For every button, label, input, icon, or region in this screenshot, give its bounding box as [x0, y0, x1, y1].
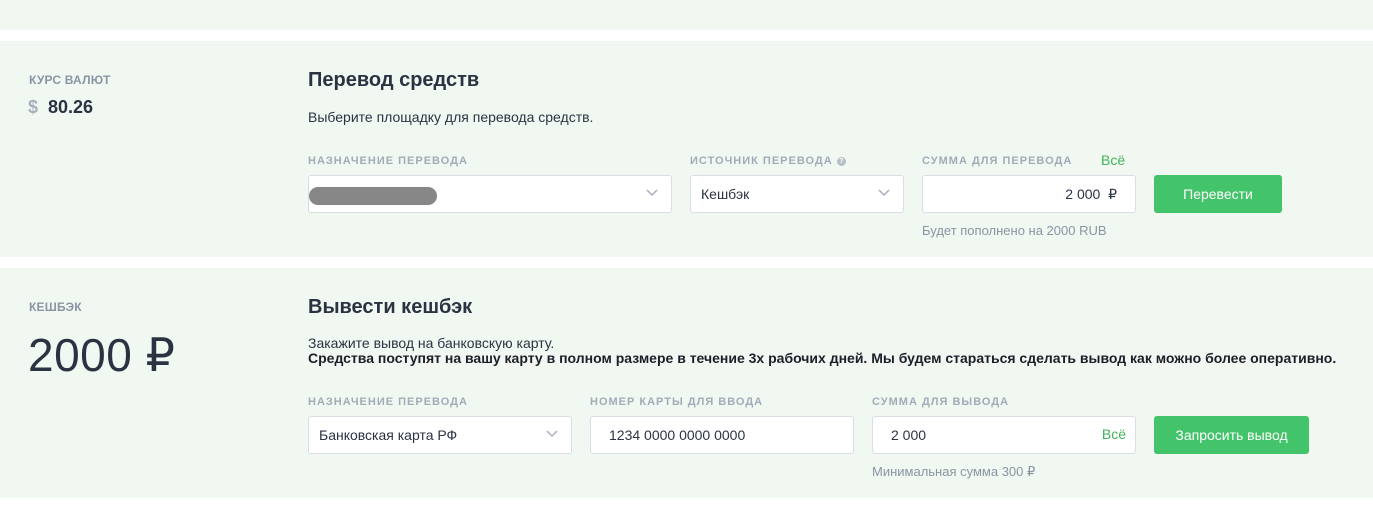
transfer-amount-field[interactable] — [923, 176, 1135, 212]
cashback-destination-value: Банковская карта РФ — [319, 427, 458, 443]
withdraw-submit-button[interactable]: Запросить вывод — [1154, 416, 1309, 454]
transfer-all-link[interactable]: Всё — [1101, 152, 1125, 168]
rate-value-group: $80.26 — [28, 97, 93, 118]
transfer-destination-select[interactable] — [308, 175, 672, 213]
transfer-amount-label: СУММА ДЛЯ ПЕРЕВОДА — [922, 155, 1073, 167]
transfer-source-value: Кешбэк — [701, 186, 750, 202]
transfer-destination-label: НАЗНАЧЕНИЕ ПЕРЕВОДА — [308, 155, 468, 167]
chevron-down-icon — [545, 426, 559, 440]
rate-label: КУРС ВАЛЮТ — [29, 73, 111, 87]
card-number-input[interactable] — [590, 416, 854, 454]
cashback-description: Закажите вывод на банковскую карту. — [308, 335, 555, 351]
withdraw-amount-label: СУММА ДЛЯ ВЫВОДА — [872, 396, 1010, 408]
transfer-source-select[interactable]: Кешбэк — [690, 175, 904, 213]
chevron-down-icon — [877, 185, 891, 199]
withdraw-amount-input[interactable]: Всё — [872, 416, 1136, 454]
cashback-label: КЕШБЭК — [29, 300, 82, 314]
dollar-icon: $ — [28, 97, 39, 117]
card-number-label: НОМЕР КАРТЫ ДЛЯ ВВОДА — [590, 396, 764, 408]
transfer-source-label-group: ИСТОЧНИК ПЕРЕВОДА? — [690, 155, 846, 167]
card-number-field[interactable] — [591, 417, 853, 453]
transfer-description: Выберите площадку для перевода средств. — [308, 109, 594, 125]
top-section-band — [0, 0, 1373, 30]
cashback-title: Вывести кешбэк — [308, 296, 473, 318]
chevron-down-icon — [645, 185, 659, 199]
withdraw-amount-hint: Минимальная сумма 300 ₽ — [872, 464, 1036, 479]
cashback-description-bold: Средства поступят на вашу карту в полном… — [308, 350, 1337, 366]
cashback-section: КЕШБЭК 2000 ₽ Вывести кешбэк Закажите вы… — [0, 268, 1373, 498]
question-icon[interactable]: ? — [836, 156, 846, 166]
transfer-source-label: ИСТОЧНИК ПЕРЕВОДА — [690, 155, 833, 167]
transfer-amount-hint: Будет пополнено на 2000 RUB — [922, 223, 1107, 238]
cashback-destination-label: НАЗНАЧЕНИЕ ПЕРЕВОДА — [308, 396, 468, 408]
redacted-value — [309, 187, 437, 205]
withdraw-all-link[interactable]: Всё — [1102, 426, 1126, 442]
transfer-submit-button[interactable]: Перевести — [1154, 175, 1282, 213]
cashback-balance: 2000 ₽ — [28, 329, 176, 381]
transfer-title: Перевод средств — [308, 69, 480, 91]
transfer-amount-input[interactable] — [922, 175, 1136, 213]
transfer-section: КУРС ВАЛЮТ $80.26 Перевод средств Выбери… — [0, 41, 1373, 257]
rate-value: 80.26 — [48, 97, 94, 117]
cashback-destination-select[interactable]: Банковская карта РФ — [308, 416, 572, 454]
withdraw-amount-field[interactable] — [873, 417, 1135, 453]
